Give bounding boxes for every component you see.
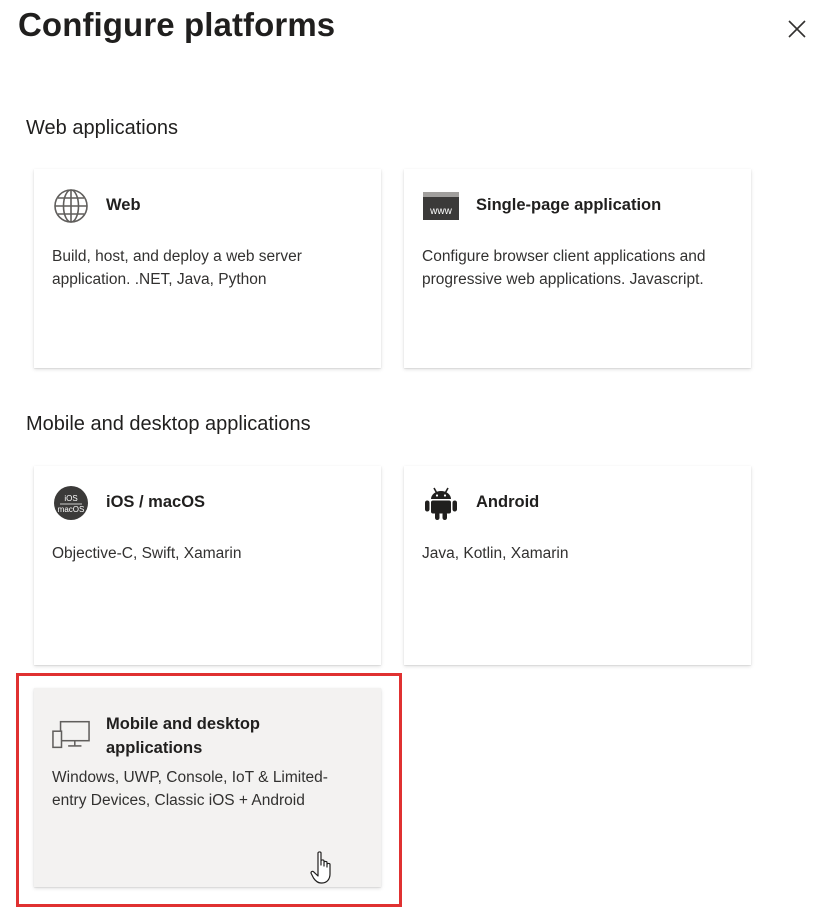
globe-icon [52, 187, 90, 225]
platform-card-single-page-application[interactable]: www Single-page application Configure br… [404, 169, 751, 368]
card-description: Build, host, and deploy a web server app… [52, 248, 302, 288]
browser-window-icon: www [422, 187, 460, 225]
card-description: Windows, UWP, Console, IoT & Limited-ent… [52, 769, 328, 809]
platform-card-ios-macos[interactable]: iOS macOS iOS / macOS Objective-C, Swift… [34, 466, 381, 665]
android-robot-icon [422, 484, 460, 522]
card-description: Objective-C, Swift, Xamarin [52, 545, 242, 562]
platform-card-android[interactable]: Android Java, Kotlin, Xamarin [404, 466, 751, 665]
page-title: Configure platforms [18, 6, 336, 43]
card-title: Web [106, 196, 141, 214]
platform-card-web[interactable]: Web Build, host, and deploy a web server… [34, 169, 381, 368]
www-label: www [429, 206, 452, 217]
card-title: Single-page application [476, 196, 662, 214]
card-description: Configure browser client applications an… [422, 248, 706, 288]
macos-label: macOS [58, 505, 85, 514]
card-title: Mobile and desktop applications [106, 715, 261, 757]
close-button[interactable] [780, 12, 813, 46]
close-icon [788, 20, 806, 38]
card-description: Java, Kotlin, Xamarin [422, 545, 569, 562]
section-heading-web-applications: Web applications [26, 117, 178, 139]
section-heading-mobile-desktop-applications: Mobile and desktop applications [26, 413, 311, 435]
ios-label: iOS [64, 494, 77, 503]
desktop-monitor-icon [52, 716, 90, 754]
hand-pointer-cursor-icon [310, 850, 338, 886]
ios-macos-badge-icon: iOS macOS [52, 484, 90, 522]
card-title: Android [476, 493, 540, 511]
card-title: iOS / macOS [106, 493, 206, 511]
